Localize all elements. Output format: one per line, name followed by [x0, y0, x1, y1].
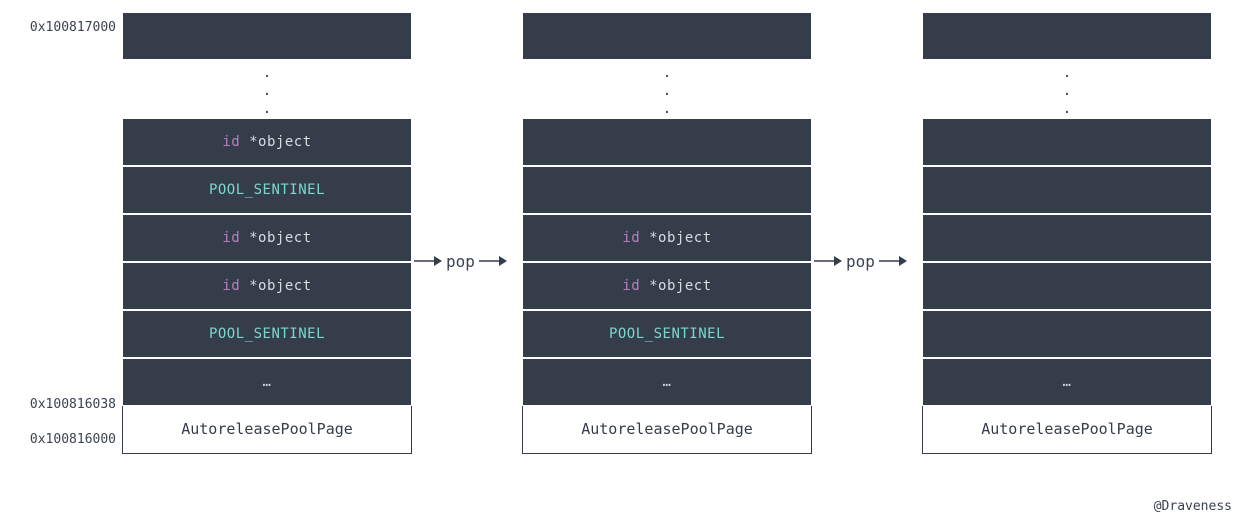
slot-empty — [922, 166, 1212, 214]
slot-empty — [122, 12, 412, 60]
address-meta: 0x100816038 — [6, 397, 116, 412]
page-column-after-two-pops: ... …AutoreleasePoolPage — [922, 12, 1212, 454]
credit: @Draveness — [1154, 499, 1232, 514]
slot-empty — [922, 118, 1212, 166]
slot-sentinel: POOL_SENTINEL — [522, 310, 812, 358]
slot-object: id *object — [122, 118, 412, 166]
slot-empty — [922, 12, 1212, 60]
slot-empty — [922, 310, 1212, 358]
slot-empty — [522, 12, 812, 60]
pop-arrow-1: pop — [414, 246, 520, 276]
slot-ellipsis: … — [522, 358, 812, 406]
slot-object: id *object — [122, 262, 412, 310]
slot-empty — [522, 166, 812, 214]
ellipsis-dots: ... — [122, 60, 412, 118]
slot-empty — [522, 118, 812, 166]
diagram-canvas: 0x100817000 0x100816038 0x100816000 ...i… — [0, 0, 1240, 518]
page-footer: AutoreleasePoolPage — [122, 406, 412, 454]
page-footer: AutoreleasePoolPage — [922, 406, 1212, 454]
slot-empty — [922, 214, 1212, 262]
page-column-before: ...id *objectPOOL_SENTINELid *objectid *… — [122, 12, 412, 454]
address-top: 0x100817000 — [6, 20, 116, 35]
pop-label-2: pop — [842, 252, 879, 271]
slot-object: id *object — [122, 214, 412, 262]
pop-arrow-2: pop — [814, 246, 920, 276]
pop-label-1: pop — [442, 252, 479, 271]
page-column-after-one-pop: ...id *objectid *objectPOOL_SENTINEL…Aut… — [522, 12, 812, 454]
slot-ellipsis: … — [122, 358, 412, 406]
slot-ellipsis: … — [922, 358, 1212, 406]
slot-sentinel: POOL_SENTINEL — [122, 310, 412, 358]
slot-empty — [922, 262, 1212, 310]
slot-object: id *object — [522, 262, 812, 310]
slot-sentinel: POOL_SENTINEL — [122, 166, 412, 214]
page-footer: AutoreleasePoolPage — [522, 406, 812, 454]
address-base: 0x100816000 — [6, 432, 116, 447]
ellipsis-dots: ... — [922, 60, 1212, 118]
ellipsis-dots: ... — [522, 60, 812, 118]
slot-object: id *object — [522, 214, 812, 262]
